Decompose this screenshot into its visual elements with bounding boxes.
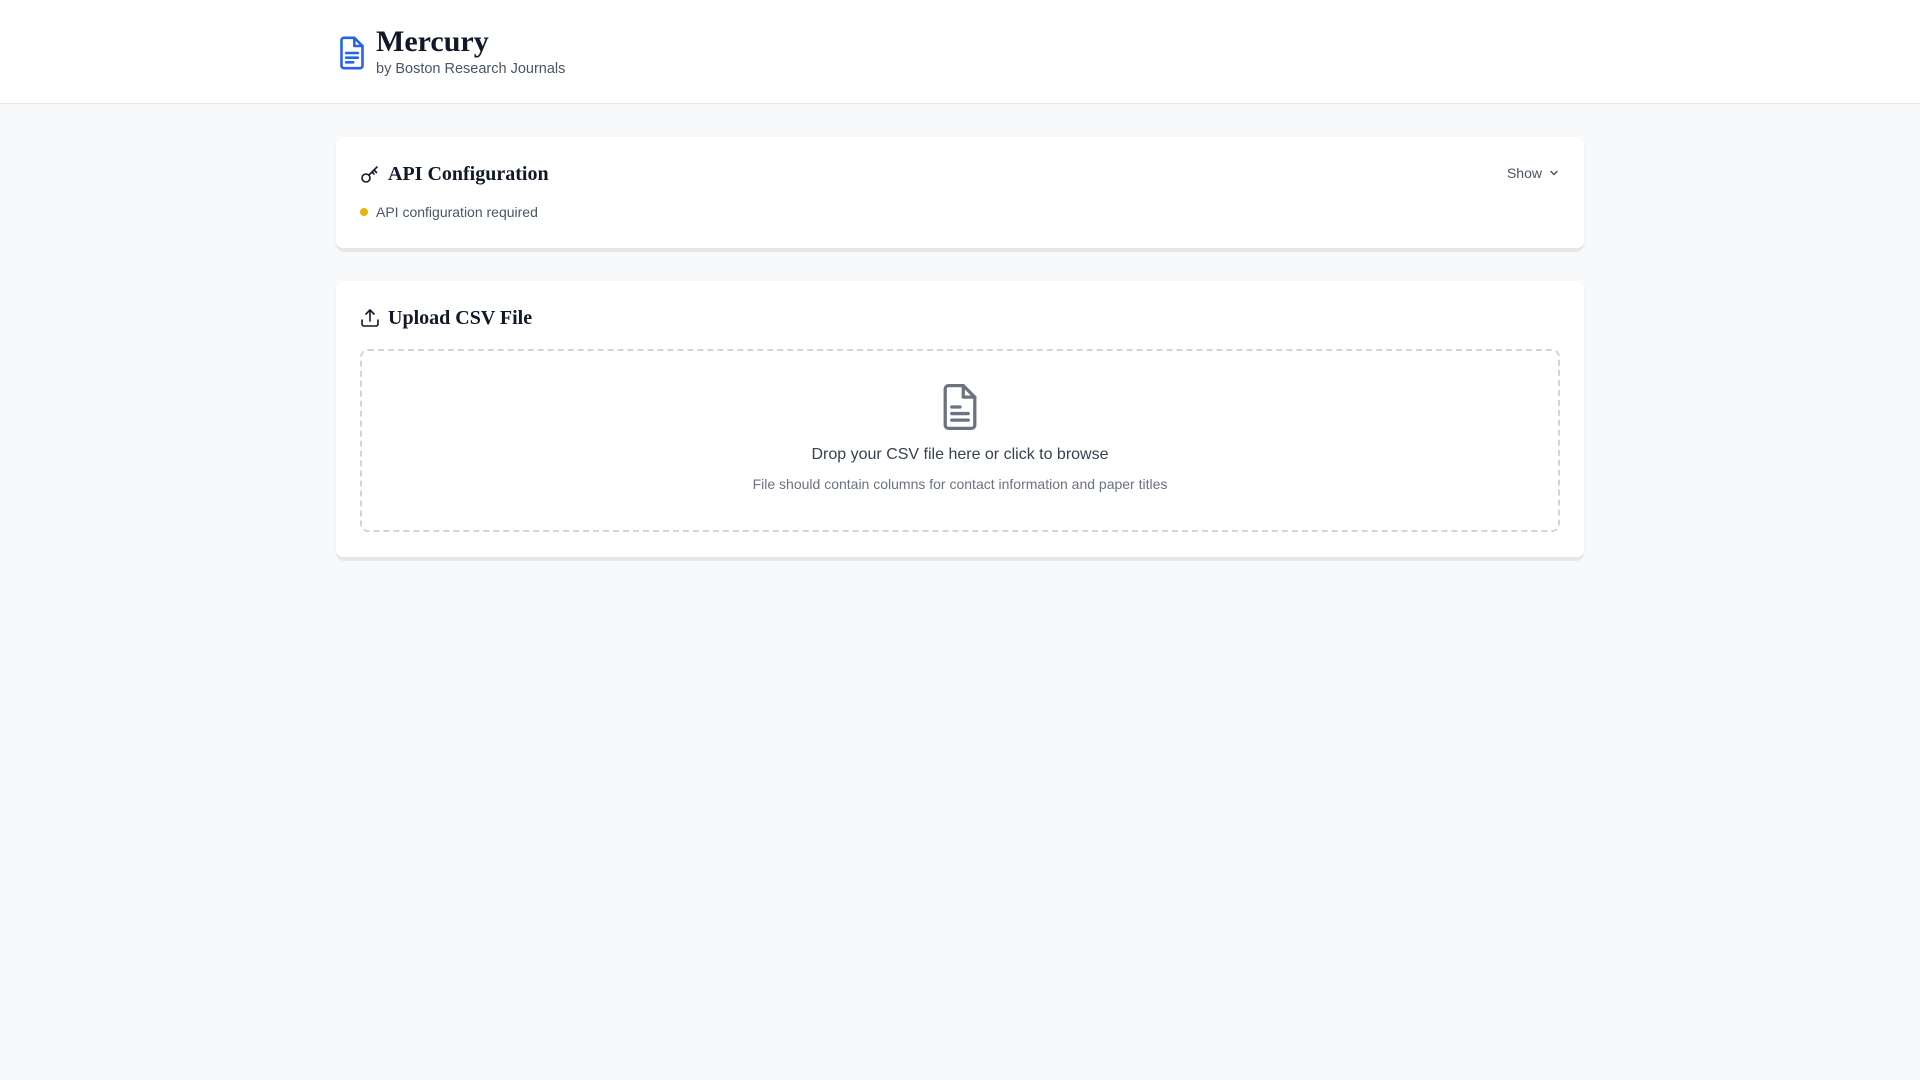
- file-icon: [940, 383, 980, 431]
- api-configuration-title: API Configuration: [388, 163, 549, 185]
- upload-csv-card: Upload CSV File Drop your CSV file here …: [336, 281, 1584, 559]
- show-toggle-label: Show: [1506, 165, 1542, 181]
- api-status: API configuration required: [360, 204, 538, 220]
- document-icon: [336, 35, 368, 71]
- upload-csv-header: Upload CSV File: [360, 306, 532, 330]
- upload-icon: [360, 308, 380, 328]
- status-dot: [360, 208, 368, 216]
- dropzone-text: Drop your CSV file here or click to brow…: [811, 446, 1109, 463]
- brand: Mercury by Boston Research Journals: [336, 24, 565, 78]
- app-header: Mercury by Boston Research Journals: [0, 0, 1920, 104]
- api-configuration-card: API Configuration Show API configuration…: [336, 137, 1584, 250]
- app-title: Mercury: [376, 25, 489, 58]
- api-configuration-header: API Configuration: [360, 162, 549, 186]
- csv-dropzone[interactable]: Drop your CSV file here or click to brow…: [360, 349, 1560, 532]
- app-subtitle: by Boston Research Journals: [376, 61, 566, 77]
- api-status-text: API configuration required: [376, 204, 538, 220]
- show-toggle-button[interactable]: Show: [1507, 165, 1560, 181]
- upload-csv-title: Upload CSV File: [388, 307, 533, 329]
- key-icon: [360, 164, 380, 184]
- chevron-down-icon: [1548, 167, 1560, 179]
- dropzone-hint: File should contain columns for contact …: [752, 476, 1168, 492]
